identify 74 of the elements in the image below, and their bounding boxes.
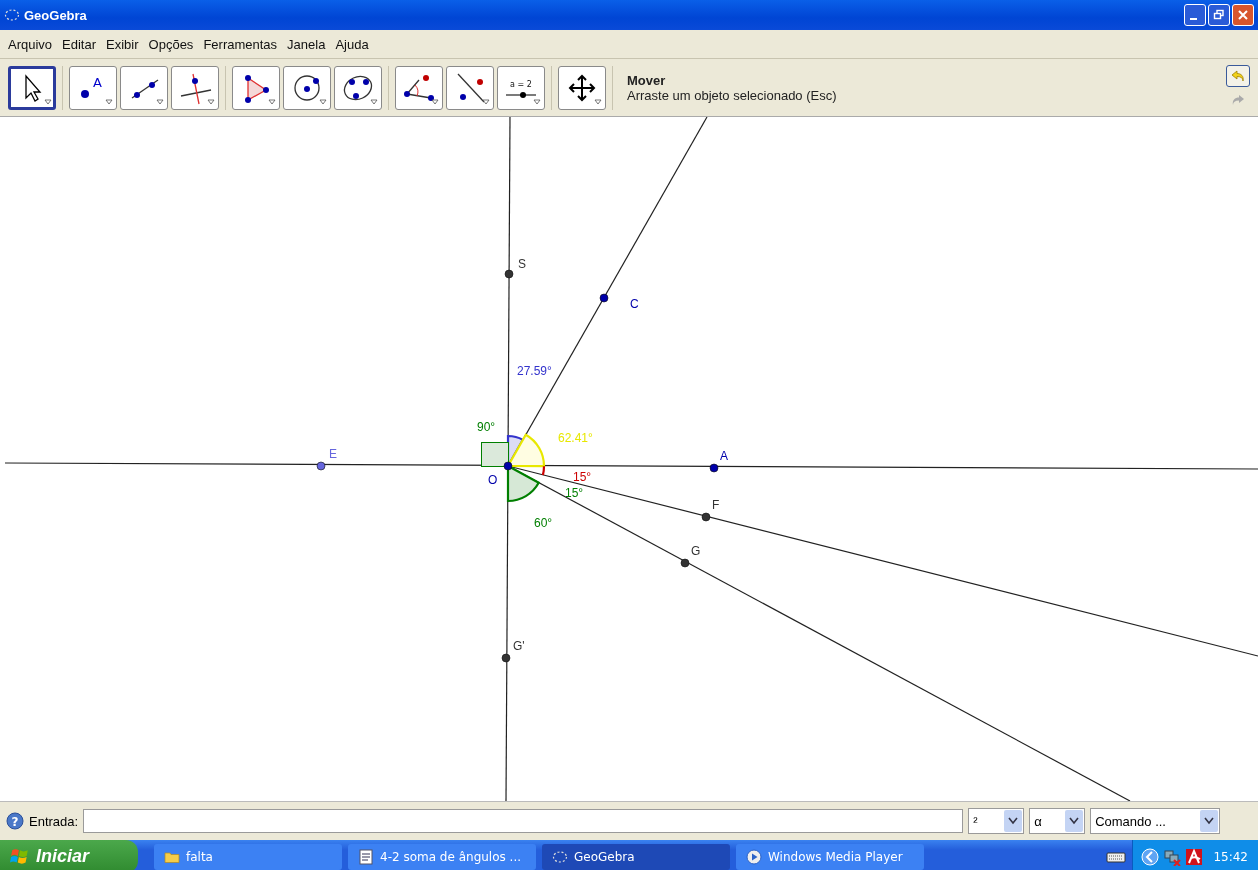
input-label: Entrada: [29, 813, 79, 829]
taskbar-button[interactable]: 4-2 soma de ângulos ... [348, 843, 536, 870]
tool-button[interactable] [120, 65, 168, 110]
point-dot[interactable] [501, 653, 511, 663]
document-icon [358, 848, 374, 865]
tool-name: Mover [627, 72, 667, 88]
close-icon [1237, 9, 1249, 21]
input-field[interactable] [83, 809, 964, 833]
point-dot[interactable] [701, 512, 711, 522]
angle-label: 90° [477, 420, 496, 434]
menu-item[interactable]: Editar [62, 36, 97, 52]
antivirus-icon[interactable] [1185, 847, 1204, 866]
dropdown[interactable]: Comando ... [1090, 808, 1221, 834]
point-label: F [712, 498, 720, 512]
network-icon[interactable] [1163, 847, 1182, 866]
point-dot[interactable] [599, 293, 609, 303]
restore-button[interactable] [1208, 4, 1230, 26]
caret-icon [1069, 817, 1080, 825]
angle-label: 62.41° [558, 431, 593, 445]
point-label: S [518, 257, 526, 271]
menu-item[interactable]: Janela [287, 36, 326, 52]
menu-item[interactable]: Ferramentas [203, 36, 278, 52]
caret-icon [1008, 817, 1019, 825]
point-dot[interactable] [709, 463, 719, 473]
point-label: A [720, 449, 728, 463]
close-button[interactable] [1232, 4, 1254, 26]
tool-button[interactable] [558, 65, 606, 110]
minimize-button[interactable] [1184, 4, 1206, 26]
menu-item[interactable]: Ajuda [335, 36, 369, 52]
app-logo-icon [552, 848, 568, 865]
tool-description: Arraste um objeto selecionado (Esc) [627, 87, 837, 103]
tool-button[interactable] [446, 65, 494, 110]
point-dot[interactable] [680, 558, 690, 568]
point-label: C [630, 297, 639, 311]
point-dot[interactable] [503, 461, 513, 471]
dropdown[interactable]: α [1029, 808, 1086, 834]
menu-item[interactable]: Opções [148, 36, 194, 52]
menu-item[interactable]: Arquivo [8, 36, 53, 52]
play-icon [746, 848, 762, 865]
app-logo-icon [4, 7, 20, 23]
restore-icon [1213, 9, 1225, 21]
tool-button[interactable] [8, 65, 56, 110]
angle-label: 15° [565, 486, 584, 500]
angle-label: 27.59° [517, 364, 552, 378]
taskbar-button[interactable]: falta [154, 843, 342, 870]
minimize-icon [1190, 18, 1197, 20]
angle-label: 15° [573, 470, 592, 484]
chevron-left-icon[interactable] [1141, 847, 1160, 866]
window-title: GeoGebra [24, 7, 87, 23]
windows-flag-icon [10, 846, 30, 867]
clock: 15:42 [1213, 849, 1248, 864]
tool-button[interactable] [171, 65, 219, 110]
tool-button[interactable] [232, 65, 280, 110]
tool-button[interactable] [283, 65, 331, 110]
point-label: G [691, 544, 701, 558]
angle-label: 60° [534, 516, 553, 530]
undo-button[interactable] [1226, 64, 1250, 87]
tool-button[interactable] [334, 65, 382, 110]
point-label: G' [513, 639, 525, 653]
undo-icon [1230, 67, 1246, 84]
dropdown[interactable]: ² [968, 808, 1025, 834]
start-button[interactable]: Iniciar [0, 840, 138, 870]
menu-item[interactable]: Exibir [106, 36, 139, 52]
tool-button[interactable] [395, 65, 443, 110]
point-dot[interactable] [504, 269, 514, 279]
point-label: O [488, 473, 498, 487]
taskbar-button[interactable]: GeoGebra [542, 843, 730, 870]
taskbar-button[interactable]: Windows Media Player [736, 843, 924, 870]
point-label: E [329, 447, 337, 461]
keyboard-icon[interactable] [1106, 850, 1127, 863]
help-icon[interactable]: ? [6, 812, 24, 830]
caret-icon [1204, 817, 1215, 825]
point-dot[interactable] [316, 461, 326, 471]
drawing-canvas[interactable]: 27.59° 90° 62.41° 15° 15° 60° S C E O A F G G' [0, 117, 1258, 801]
